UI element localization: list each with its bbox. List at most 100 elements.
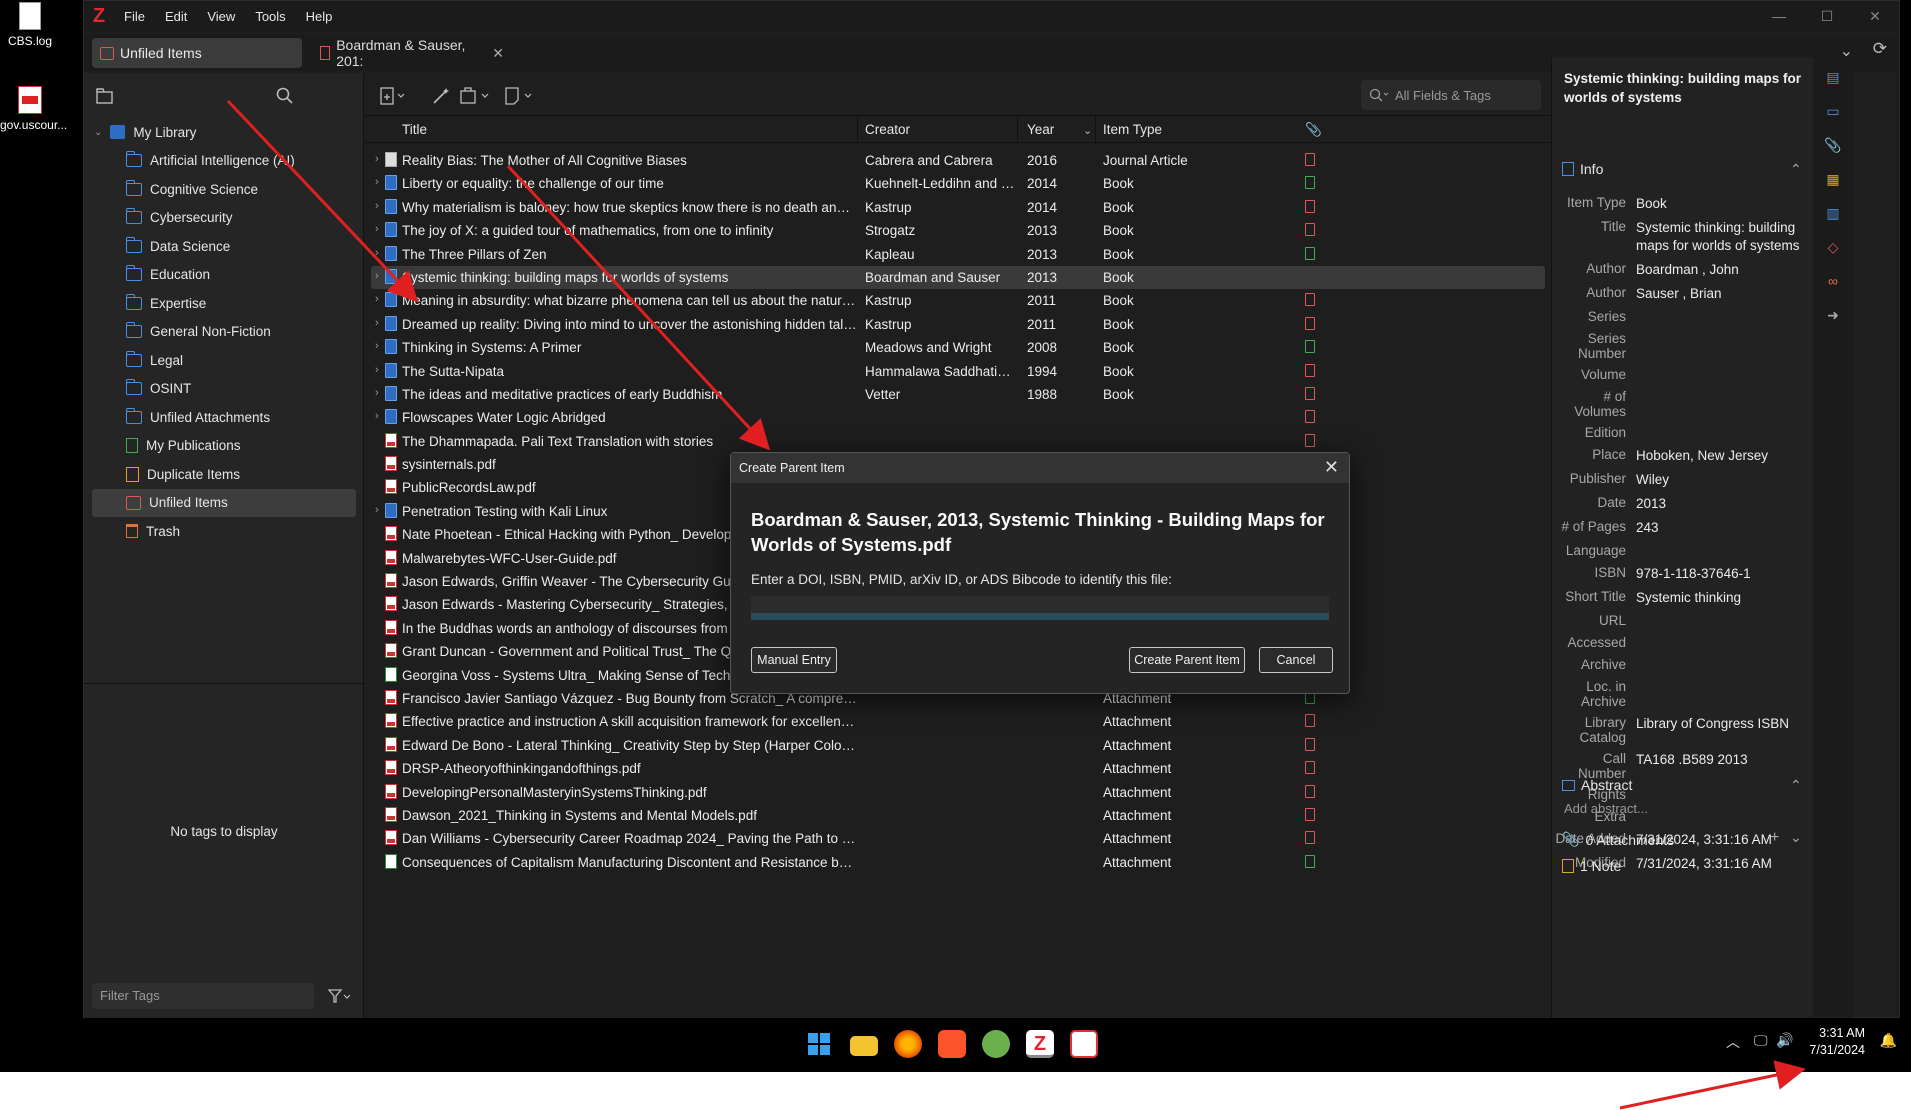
- field-value[interactable]: Systemic thinking: [1636, 589, 1816, 607]
- field-value[interactable]: 978-1-118-37646-1: [1636, 565, 1816, 583]
- table-row[interactable]: Effective practice and instruction A ski…: [365, 710, 1551, 733]
- table-row[interactable]: › Why materialism is baloney: how true sk…: [365, 196, 1551, 219]
- table-row[interactable]: › Dreamed up reality: Diving into mind to…: [365, 313, 1551, 336]
- menu-help[interactable]: Help: [296, 9, 343, 24]
- expand-chevron-icon[interactable]: ›: [375, 176, 379, 188]
- info-field-row[interactable]: Loc. in Archive: [1552, 679, 1853, 709]
- info-field-row[interactable]: Series: [1552, 309, 1853, 325]
- info-field-row[interactable]: # of Volumes: [1552, 389, 1853, 419]
- brave-icon[interactable]: [938, 1030, 966, 1058]
- collection-item-legal[interactable]: Legal: [84, 346, 364, 375]
- tab-library[interactable]: Unfiled Items: [92, 38, 302, 68]
- menu-edit[interactable]: Edit: [155, 9, 197, 24]
- identifier-input[interactable]: [751, 596, 1329, 620]
- field-value[interactable]: [1636, 543, 1816, 559]
- attachments-chevron-icon[interactable]: ⌄: [1790, 829, 1802, 846]
- expand-chevron-icon[interactable]: ›: [375, 387, 379, 399]
- info-field-row[interactable]: Accessed: [1552, 635, 1853, 651]
- new-item-icon[interactable]: [375, 83, 411, 109]
- manual-entry-button[interactable]: Manual Entry: [751, 647, 837, 673]
- table-row[interactable]: DevelopingPersonalMasteryinSystemsThinki…: [365, 781, 1551, 804]
- info-field-row[interactable]: Language: [1552, 543, 1853, 559]
- attachment-status-icon[interactable]: [1305, 854, 1315, 868]
- info-field-row[interactable]: Archive: [1552, 657, 1853, 673]
- items-search-input[interactable]: All Fields & Tags: [1361, 80, 1541, 110]
- field-value[interactable]: 243: [1636, 519, 1816, 537]
- field-value[interactable]: Wiley: [1636, 471, 1816, 489]
- collection-item-osint[interactable]: OSINT: [84, 375, 364, 404]
- app-doc-icon[interactable]: [1070, 1030, 1098, 1058]
- table-row[interactable]: Dan Williams - Cybersecurity Career Road…: [365, 827, 1551, 850]
- taskbar-clock[interactable]: 3:31 AM 7/31/2024: [1809, 1025, 1865, 1059]
- field-value[interactable]: Systemic thinking: building maps for wor…: [1636, 219, 1816, 255]
- collection-item-trash[interactable]: Trash: [84, 517, 364, 546]
- attachment-status-icon[interactable]: [1305, 246, 1315, 260]
- info-field-row[interactable]: Author Boardman , John: [1552, 261, 1853, 279]
- info-field-row[interactable]: Title Systemic thinking: building maps fo…: [1552, 219, 1853, 255]
- close-window-icon[interactable]: ✕: [1851, 1, 1899, 31]
- expand-chevron-icon[interactable]: ›: [375, 364, 379, 376]
- network-icon[interactable]: 🖵: [1754, 1032, 1768, 1049]
- attachment-status-icon[interactable]: [1305, 807, 1315, 821]
- collection-item-my-publications[interactable]: My Publications: [84, 432, 364, 461]
- info-field-row[interactable]: Item Type Book: [1552, 195, 1853, 213]
- expand-chevron-icon[interactable]: ›: [375, 247, 379, 259]
- abstract-input[interactable]: Add abstract...: [1564, 801, 1648, 816]
- collapse-chevron-icon[interactable]: ⌄: [94, 127, 102, 138]
- collection-item-education[interactable]: Education: [84, 261, 364, 290]
- table-row[interactable]: The Dhammapada. Pali Text Translation wi…: [365, 430, 1551, 453]
- table-row[interactable]: › Systemic thinking: building maps for wo…: [371, 265, 1545, 290]
- attachment-status-icon[interactable]: [1305, 176, 1315, 190]
- windows-start-icon[interactable]: [805, 1030, 833, 1058]
- add-attachment-icon[interactable]: [457, 83, 493, 109]
- abstract-section-header[interactable]: Abstract: [1562, 777, 1632, 793]
- add-attachment-plus-icon[interactable]: +: [1770, 829, 1779, 847]
- volume-icon[interactable]: 🔊: [1776, 1032, 1793, 1049]
- collapse-info-chevron-icon[interactable]: ⌃: [1790, 161, 1802, 178]
- sidenav-abstract-icon[interactable]: ▭: [1822, 103, 1844, 123]
- maximize-icon[interactable]: ☐: [1803, 1, 1851, 31]
- attachment-status-icon[interactable]: [1305, 293, 1315, 307]
- table-row[interactable]: › The Three Pillars of Zen Kapleau 2013 Book: [365, 243, 1551, 266]
- tab-reader[interactable]: Boardman & Sauser, 201: ✕: [312, 37, 512, 69]
- column-year[interactable]: Year: [1027, 122, 1054, 137]
- expand-chevron-icon[interactable]: ›: [375, 270, 379, 282]
- field-value[interactable]: [1636, 367, 1816, 383]
- sidenav-locate-icon[interactable]: ➜: [1822, 307, 1844, 327]
- field-value[interactable]: [1636, 613, 1816, 629]
- field-value[interactable]: [1636, 309, 1816, 325]
- sync-icon[interactable]: ⟳: [1873, 39, 1887, 59]
- field-value[interactable]: [1636, 389, 1816, 419]
- new-collection-icon[interactable]: [92, 83, 118, 109]
- attachment-status-icon[interactable]: [1305, 714, 1315, 728]
- attachment-status-icon[interactable]: [1305, 386, 1315, 400]
- field-value[interactable]: Hoboken, New Jersey: [1636, 447, 1816, 465]
- tray-overflow-chevron-icon[interactable]: ︿: [1726, 1032, 1740, 1052]
- file-explorer-icon[interactable]: [850, 1036, 878, 1056]
- expand-chevron-icon[interactable]: ›: [375, 504, 379, 516]
- table-row[interactable]: Edward De Bono - Lateral Thinking_ Creat…: [365, 734, 1551, 757]
- field-value[interactable]: [1636, 635, 1816, 651]
- close-tab-icon[interactable]: ✕: [492, 45, 504, 62]
- attachment-status-icon[interactable]: [1305, 199, 1315, 213]
- new-note-icon[interactable]: [501, 83, 537, 109]
- field-value[interactable]: Library of Congress ISBN: [1636, 715, 1816, 745]
- attachment-column-icon[interactable]: 📎: [1305, 122, 1322, 138]
- field-value[interactable]: 2013: [1636, 495, 1816, 513]
- info-field-row[interactable]: Author Sauser , Brian: [1552, 285, 1853, 303]
- field-value[interactable]: [1636, 657, 1816, 673]
- field-value[interactable]: Boardman , John: [1636, 261, 1816, 279]
- info-field-row[interactable]: Place Hoboken, New Jersey: [1552, 447, 1853, 465]
- info-field-row[interactable]: # of Pages 243: [1552, 519, 1853, 537]
- menu-file[interactable]: File: [114, 9, 155, 24]
- attachments-section-header[interactable]: 📎 0 Attachments: [1562, 831, 1674, 848]
- sidenav-notes-icon[interactable]: ▦: [1822, 171, 1844, 191]
- collection-item-expertise[interactable]: Expertise: [84, 289, 364, 318]
- info-field-row[interactable]: Publisher Wiley: [1552, 471, 1853, 489]
- dialog-close-icon[interactable]: ✕: [1324, 457, 1339, 478]
- collection-item-cognitive-science[interactable]: Cognitive Science: [84, 175, 364, 204]
- cancel-button[interactable]: Cancel: [1259, 647, 1333, 673]
- table-row[interactable]: DRSP-Atheoryofthinkingandofthings.pdf Att…: [365, 757, 1551, 780]
- table-row[interactable]: › Flowscapes Water Logic Abridged: [365, 406, 1551, 429]
- collection-item-cybersecurity[interactable]: Cybersecurity: [84, 204, 364, 233]
